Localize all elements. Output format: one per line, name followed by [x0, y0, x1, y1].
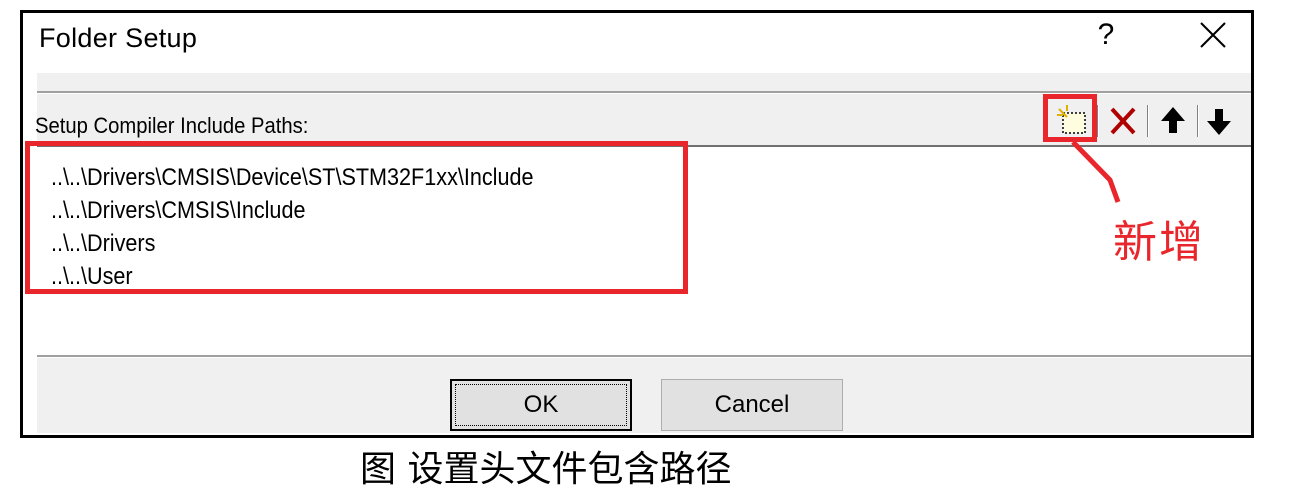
annotation-text: 新增: [1113, 217, 1205, 268]
section-label: Setup Compiler Include Paths:: [35, 113, 309, 138]
close-button[interactable]: [1193, 15, 1233, 55]
toolbar-divider: [1147, 105, 1149, 137]
new-button-highlight-box: [1043, 94, 1097, 142]
bottom-separator: [37, 355, 1251, 358]
paths-highlight-box: [25, 141, 688, 294]
toolbar-divider: [1097, 105, 1099, 137]
close-icon: [1200, 22, 1226, 48]
figure-caption: 图 设置头文件包含路径: [360, 449, 732, 490]
dialog-title: Folder Setup: [39, 23, 198, 53]
arrow-up-icon: [1161, 107, 1185, 133]
toolbar-divider: [1197, 105, 1199, 137]
ok-button[interactable]: OK: [450, 379, 632, 431]
arrow-down-icon: [1207, 109, 1231, 135]
delete-path-button[interactable]: [1103, 99, 1143, 143]
move-up-button[interactable]: [1153, 99, 1193, 143]
cancel-button[interactable]: Cancel: [661, 379, 843, 431]
delete-x-icon: [1110, 107, 1136, 135]
help-button[interactable]: ?: [1091, 15, 1121, 55]
move-down-button[interactable]: [1203, 99, 1235, 143]
title-bar: Folder Setup ?: [23, 13, 1251, 73]
